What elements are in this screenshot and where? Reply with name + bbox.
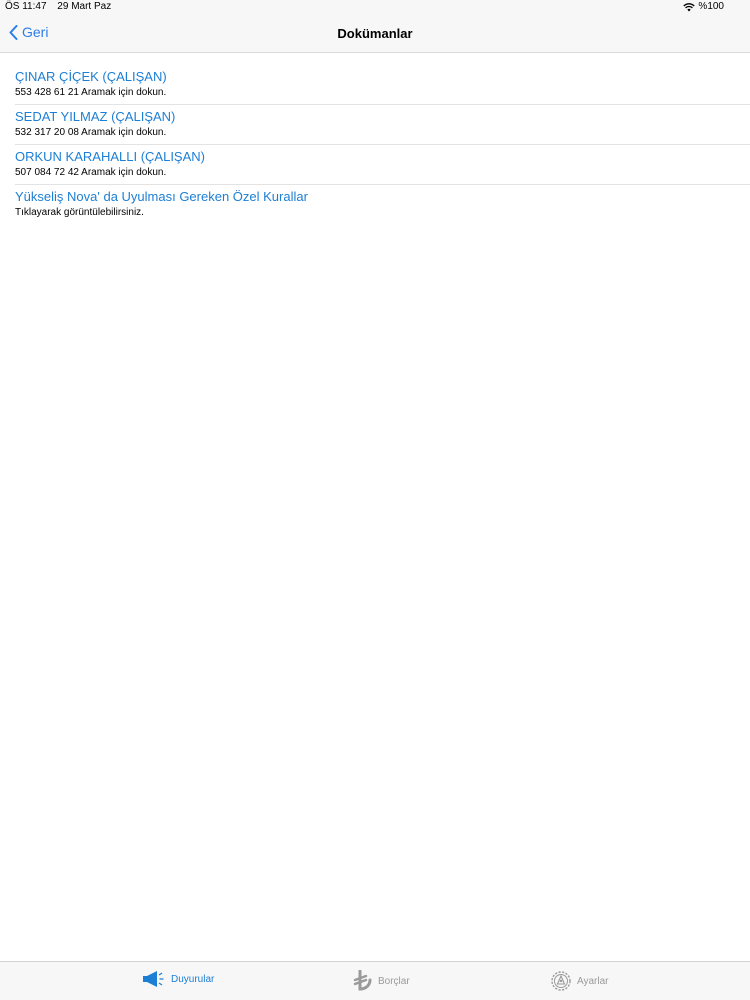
status-right: %100 — [683, 0, 724, 14]
list-item-subtitle: Tıklayarak görüntülebilirsiniz. — [15, 207, 144, 218]
status-bar: ÖS 11:47 29 Mart Paz %100 — [0, 0, 750, 14]
status-left: ÖS 11:47 29 Mart Paz — [5, 0, 119, 14]
list-item-cinar-cicek[interactable]: ÇINAR ÇİÇEK (ÇALIŞAN) 553 428 61 21 Aram… — [0, 68, 750, 105]
wifi-icon — [683, 2, 696, 11]
tab-label: Borçlar — [378, 975, 410, 987]
tab-borclar[interactable]: Borçlar — [353, 970, 410, 992]
status-time: ÖS 11:47 — [5, 1, 47, 12]
document-list: ÇINAR ÇİÇEK (ÇALIŞAN) 553 428 61 21 Aram… — [0, 68, 750, 225]
tab-label: Ayarlar — [577, 975, 609, 987]
list-item-ozel-kurallar[interactable]: Yükseliş Nova' da Uyulması Gereken Özel … — [0, 185, 750, 225]
tab-label: Duyurular — [171, 973, 215, 985]
list-item-sedat-yilmaz[interactable]: SEDAT YILMAZ (ÇALIŞAN) 532 317 20 08 Ara… — [0, 105, 750, 145]
list-item-subtitle: 532 317 20 08 Aramak için dokun. — [15, 127, 167, 138]
list-item-subtitle: 507 084 72 42 Aramak için dokun. — [15, 167, 167, 178]
lira-icon — [353, 970, 372, 991]
tab-bar: Duyurular Borçlar Ayarlar — [0, 961, 750, 1000]
list-item-title: ÇINAR ÇİÇEK (ÇALIŞAN) — [15, 69, 167, 84]
list-item-title: SEDAT YILMAZ (ÇALIŞAN) — [15, 109, 176, 124]
tab-duyurular[interactable]: Duyurular — [142, 970, 214, 988]
settings-gear-icon — [551, 971, 571, 991]
list-item-title: Yükseliş Nova' da Uyulması Gereken Özel … — [15, 189, 308, 204]
list-item-subtitle: 553 428 61 21 Aramak için dokun. — [15, 87, 167, 98]
list-item-title: ORKUN KARAHALLI (ÇALIŞAN) — [15, 149, 205, 164]
status-date: 29 Mart Paz — [57, 1, 112, 12]
page-title: Dokümanlar — [337, 26, 413, 41]
navigation-bar: Geri Dokümanlar — [0, 14, 750, 53]
battery-percent: %100 — [698, 1, 724, 12]
megaphone-icon — [143, 971, 164, 987]
list-item-orkun-karahalli[interactable]: ORKUN KARAHALLI (ÇALIŞAN) 507 084 72 42 … — [0, 145, 750, 185]
tab-ayarlar[interactable]: Ayarlar — [550, 970, 609, 992]
